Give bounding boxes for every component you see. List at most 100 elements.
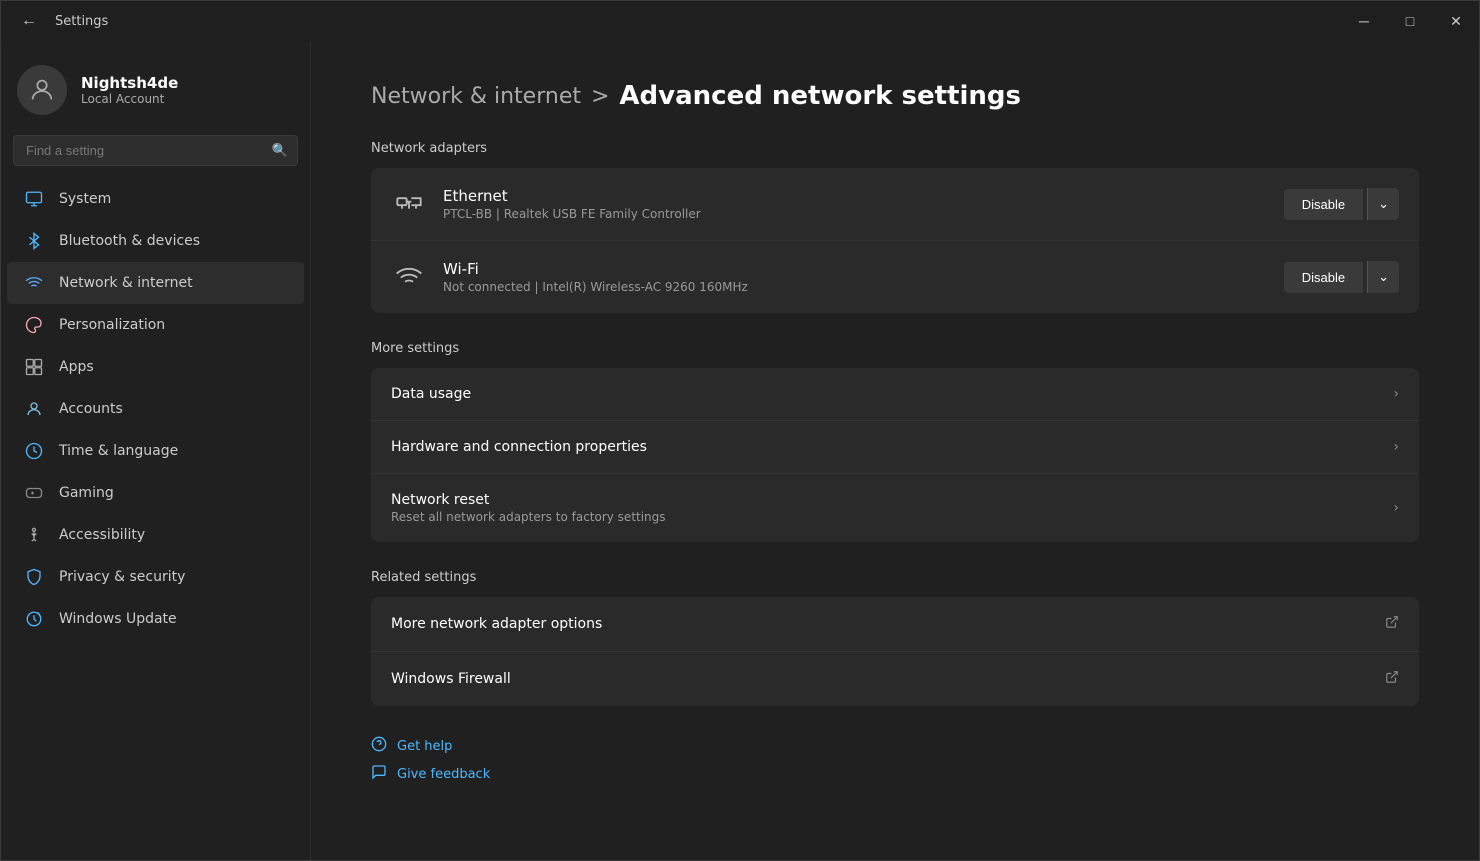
sidebar-item-gaming[interactable]: Gaming xyxy=(7,472,304,514)
close-button[interactable]: ✕ xyxy=(1433,1,1479,41)
wifi-desc: Not connected | Intel(R) Wireless-AC 926… xyxy=(443,280,1268,294)
hardware-props-item[interactable]: Hardware and connection properties › xyxy=(371,421,1419,474)
settings-window: ← Settings ─ □ ✕ Nightsh4de Local Accoun… xyxy=(0,0,1480,861)
related-settings-label: Related settings xyxy=(371,570,1419,585)
sidebar-item-update-label: Windows Update xyxy=(59,611,177,627)
ethernet-expand-button[interactable]: ⌄ xyxy=(1367,188,1399,220)
data-usage-title: Data usage xyxy=(391,386,1393,402)
sidebar-item-personalization[interactable]: Personalization xyxy=(7,304,304,346)
ethernet-desc: PTCL-BB | Realtek USB FE Family Controll… xyxy=(443,207,1268,221)
more-adapters-title: More network adapter options xyxy=(391,616,1385,632)
wifi-actions: Disable ⌄ xyxy=(1284,261,1399,293)
sidebar-item-time[interactable]: Time & language xyxy=(7,430,304,472)
nav-list: System Bluetooth & devices Network & int… xyxy=(1,178,310,860)
sidebar-item-bluetooth-label: Bluetooth & devices xyxy=(59,233,200,249)
search-icon: 🔍 xyxy=(272,143,288,158)
get-help-label: Get help xyxy=(397,739,452,754)
ethernet-icon xyxy=(391,186,427,222)
give-feedback-link[interactable]: Give feedback xyxy=(371,764,1419,784)
wifi-name: Wi-Fi xyxy=(443,260,1268,278)
accessibility-icon xyxy=(23,524,45,546)
update-icon xyxy=(23,608,45,630)
accounts-icon xyxy=(23,398,45,420)
privacy-icon xyxy=(23,566,45,588)
hardware-props-content: Hardware and connection properties xyxy=(391,439,1393,455)
user-type: Local Account xyxy=(81,92,178,106)
adapters-card: Ethernet PTCL-BB | Realtek USB FE Family… xyxy=(371,168,1419,313)
give-feedback-label: Give feedback xyxy=(397,767,490,782)
firewall-title: Windows Firewall xyxy=(391,671,1385,687)
ethernet-name: Ethernet xyxy=(443,187,1268,205)
ethernet-info: Ethernet PTCL-BB | Realtek USB FE Family… xyxy=(443,187,1268,221)
sidebar-item-network-label: Network & internet xyxy=(59,275,193,291)
breadcrumb-parent[interactable]: Network & internet xyxy=(371,84,581,109)
more-adapters-content: More network adapter options xyxy=(391,616,1385,632)
sidebar-item-bluetooth[interactable]: Bluetooth & devices xyxy=(7,220,304,262)
titlebar: ← Settings ─ □ ✕ xyxy=(1,1,1479,41)
sidebar-item-accounts[interactable]: Accounts xyxy=(7,388,304,430)
sidebar-item-accessibility-label: Accessibility xyxy=(59,527,145,543)
main-content: Network & internet > Advanced network se… xyxy=(311,41,1479,860)
firewall-external-icon xyxy=(1385,670,1399,688)
wifi-adapter: Wi-Fi Not connected | Intel(R) Wireless-… xyxy=(371,241,1419,313)
firewall-content: Windows Firewall xyxy=(391,671,1385,687)
time-icon xyxy=(23,440,45,462)
network-reset-content: Network reset Reset all network adapters… xyxy=(391,492,1393,524)
adapters-section-label: Network adapters xyxy=(371,141,1419,156)
sidebar-user: Nightsh4de Local Account xyxy=(1,49,310,135)
data-usage-item[interactable]: Data usage › xyxy=(371,368,1419,421)
sidebar-item-accessibility[interactable]: Accessibility xyxy=(7,514,304,556)
more-settings-label: More settings xyxy=(371,341,1419,356)
maximize-button[interactable]: □ xyxy=(1387,1,1433,41)
user-info: Nightsh4de Local Account xyxy=(81,74,178,106)
more-adapters-external-icon xyxy=(1385,615,1399,633)
get-help-icon xyxy=(371,736,387,756)
network-icon xyxy=(23,272,45,294)
sidebar-item-gaming-label: Gaming xyxy=(59,485,114,501)
sidebar-item-privacy-label: Privacy & security xyxy=(59,569,185,585)
sidebar-item-network[interactable]: Network & internet xyxy=(7,262,304,304)
window-title: Settings xyxy=(55,14,108,29)
back-button[interactable]: ← xyxy=(13,8,45,34)
wifi-disable-button[interactable]: Disable xyxy=(1284,262,1363,293)
sidebar-item-apps[interactable]: Apps xyxy=(7,346,304,388)
search-input[interactable] xyxy=(13,135,298,166)
hardware-props-chevron: › xyxy=(1393,439,1399,455)
apps-icon xyxy=(23,356,45,378)
give-feedback-icon xyxy=(371,764,387,784)
bluetooth-icon xyxy=(23,230,45,252)
network-reset-title: Network reset xyxy=(391,492,1393,508)
ethernet-disable-button[interactable]: Disable xyxy=(1284,189,1363,220)
sidebar-item-system[interactable]: System xyxy=(7,178,304,220)
sidebar-item-privacy[interactable]: Privacy & security xyxy=(7,556,304,598)
content-area: Nightsh4de Local Account 🔍 System xyxy=(1,41,1479,860)
sidebar-item-update[interactable]: Windows Update xyxy=(7,598,304,640)
ethernet-adapter: Ethernet PTCL-BB | Realtek USB FE Family… xyxy=(371,168,1419,241)
wifi-icon xyxy=(391,259,427,295)
breadcrumb: Network & internet > Advanced network se… xyxy=(371,81,1419,111)
system-icon xyxy=(23,188,45,210)
wifi-expand-button[interactable]: ⌄ xyxy=(1367,261,1399,293)
titlebar-left: ← Settings xyxy=(13,8,108,34)
more-settings-card: Data usage › Hardware and connection pro… xyxy=(371,368,1419,542)
network-reset-item[interactable]: Network reset Reset all network adapters… xyxy=(371,474,1419,542)
firewall-item[interactable]: Windows Firewall xyxy=(371,652,1419,706)
wifi-info: Wi-Fi Not connected | Intel(R) Wireless-… xyxy=(443,260,1268,294)
more-adapters-item[interactable]: More network adapter options xyxy=(371,597,1419,652)
breadcrumb-separator: > xyxy=(591,84,609,109)
gaming-icon xyxy=(23,482,45,504)
network-reset-desc: Reset all network adapters to factory se… xyxy=(391,510,1393,524)
avatar xyxy=(17,65,67,115)
personalization-icon xyxy=(23,314,45,336)
sidebar-item-time-label: Time & language xyxy=(59,443,178,459)
network-reset-chevron: › xyxy=(1393,500,1399,516)
hardware-props-title: Hardware and connection properties xyxy=(391,439,1393,455)
sidebar-item-personalization-label: Personalization xyxy=(59,317,165,333)
sidebar: Nightsh4de Local Account 🔍 System xyxy=(1,41,311,860)
get-help-link[interactable]: Get help xyxy=(371,736,1419,756)
minimize-button[interactable]: ─ xyxy=(1341,1,1387,41)
footer-links: Get help Give feedback xyxy=(371,736,1419,784)
search-box: 🔍 xyxy=(13,135,298,166)
data-usage-chevron: › xyxy=(1393,386,1399,402)
sidebar-item-system-label: System xyxy=(59,191,111,207)
